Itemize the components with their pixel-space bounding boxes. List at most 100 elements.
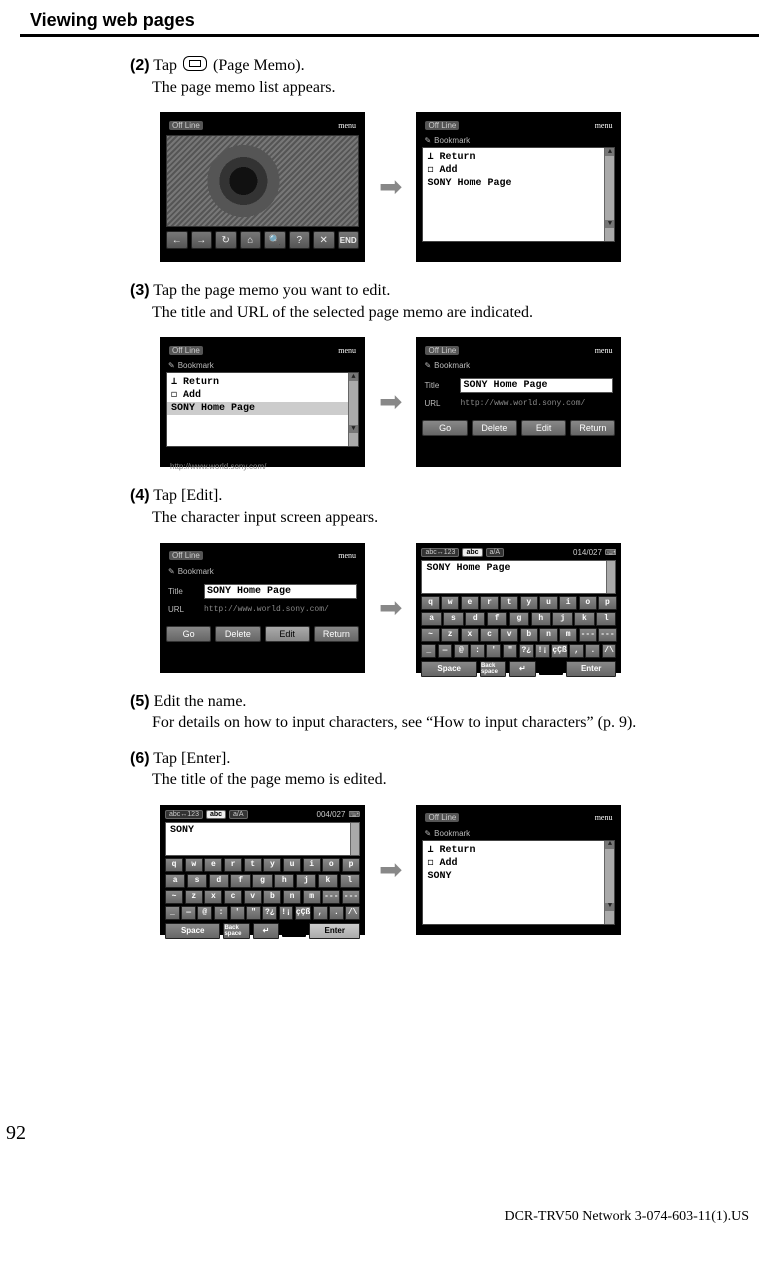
key[interactable]: l bbox=[596, 612, 616, 626]
return-button[interactable]: Return bbox=[570, 420, 615, 436]
key[interactable]: e bbox=[204, 858, 222, 872]
key[interactable]: l bbox=[340, 874, 360, 888]
search-icon[interactable]: 🔍 bbox=[264, 231, 286, 249]
key[interactable]: z bbox=[185, 890, 203, 904]
help-icon[interactable]: ? bbox=[289, 231, 311, 249]
key[interactable]: /\ bbox=[602, 644, 617, 658]
key[interactable]: m bbox=[559, 628, 577, 642]
key[interactable]: t bbox=[500, 596, 518, 610]
return-button[interactable]: Return bbox=[314, 626, 359, 642]
backspace-key[interactable]: Back space bbox=[480, 661, 506, 677]
key[interactable]: " bbox=[503, 644, 518, 658]
key[interactable]: : bbox=[214, 906, 229, 920]
keyboard-toggle-icon[interactable]: ⌨ bbox=[605, 548, 617, 557]
space-key[interactable]: Space bbox=[165, 923, 220, 939]
key[interactable]: a bbox=[165, 874, 185, 888]
backspace-key[interactable]: Back space bbox=[223, 923, 249, 939]
list-item[interactable]: ◻ Add bbox=[427, 164, 610, 177]
list-item[interactable]: SONY bbox=[427, 870, 610, 883]
key[interactable]: h bbox=[531, 612, 551, 626]
key[interactable]: y bbox=[520, 596, 538, 610]
key[interactable]: " bbox=[246, 906, 261, 920]
mode-case[interactable]: a/A bbox=[229, 810, 248, 819]
key[interactable]: --- bbox=[598, 628, 616, 642]
key[interactable]: --- bbox=[342, 890, 360, 904]
home-icon[interactable]: ⌂ bbox=[240, 231, 262, 249]
key[interactable]: , bbox=[313, 906, 328, 920]
key[interactable]: h bbox=[274, 874, 294, 888]
mode-abc[interactable]: abc bbox=[206, 810, 226, 819]
list-item[interactable]: ⟂ Return bbox=[171, 376, 354, 389]
key[interactable]: — bbox=[438, 644, 453, 658]
key[interactable]: o bbox=[322, 858, 340, 872]
key[interactable]: n bbox=[539, 628, 557, 642]
list-item-selected[interactable]: SONY Home Page bbox=[167, 402, 348, 415]
list-item[interactable]: ◻ Add bbox=[171, 389, 354, 402]
key[interactable]: a bbox=[421, 612, 441, 626]
key[interactable]: !¡ bbox=[535, 644, 550, 658]
key[interactable]: s bbox=[443, 612, 463, 626]
key[interactable]: @ bbox=[454, 644, 469, 658]
key[interactable]: f bbox=[230, 874, 250, 888]
keyboard-toggle-icon[interactable]: ⌨ bbox=[348, 810, 360, 819]
key[interactable]: w bbox=[185, 858, 203, 872]
key[interactable]: u bbox=[539, 596, 557, 610]
key[interactable]: s bbox=[187, 874, 207, 888]
key[interactable]: o bbox=[579, 596, 597, 610]
forward-icon[interactable]: → bbox=[191, 231, 213, 249]
key[interactable]: @ bbox=[197, 906, 212, 920]
list-item[interactable]: ◻ Add bbox=[427, 857, 610, 870]
key[interactable]: --- bbox=[579, 628, 597, 642]
key[interactable]: c bbox=[480, 628, 498, 642]
go-button[interactable]: Go bbox=[166, 626, 211, 642]
key[interactable]: çÇß bbox=[551, 644, 567, 658]
list-item[interactable]: ⟂ Return bbox=[427, 844, 610, 857]
reload-icon[interactable]: ↻ bbox=[215, 231, 237, 249]
newline-key[interactable]: ↵ bbox=[509, 661, 535, 677]
list-item[interactable]: SONY Home Page bbox=[427, 177, 610, 190]
key[interactable]: x bbox=[461, 628, 479, 642]
key[interactable]: e bbox=[461, 596, 479, 610]
key[interactable]: i bbox=[559, 596, 577, 610]
end-button[interactable]: END bbox=[338, 231, 360, 249]
enter-key[interactable]: Enter bbox=[309, 923, 360, 939]
text-input[interactable]: SONY Home Page bbox=[421, 560, 616, 594]
key[interactable]: d bbox=[465, 612, 485, 626]
key[interactable]: g bbox=[252, 874, 272, 888]
key[interactable]: v bbox=[500, 628, 518, 642]
key[interactable]: c bbox=[224, 890, 242, 904]
go-button[interactable]: Go bbox=[422, 420, 467, 436]
key[interactable]: g bbox=[509, 612, 529, 626]
delete-button[interactable]: Delete bbox=[215, 626, 260, 642]
newline-key[interactable]: ↵ bbox=[253, 923, 279, 939]
key[interactable]: q bbox=[165, 858, 183, 872]
space-key[interactable]: Space bbox=[421, 661, 476, 677]
key[interactable]: x bbox=[204, 890, 222, 904]
key[interactable]: , bbox=[569, 644, 584, 658]
key[interactable]: r bbox=[224, 858, 242, 872]
mode-case[interactable]: a/A bbox=[486, 548, 505, 557]
key[interactable]: v bbox=[244, 890, 262, 904]
mode-abc[interactable]: abc bbox=[462, 548, 482, 557]
key[interactable]: çÇß bbox=[295, 906, 311, 920]
key[interactable]: --- bbox=[322, 890, 340, 904]
key[interactable]: j bbox=[552, 612, 572, 626]
close-icon[interactable]: ✕ bbox=[313, 231, 335, 249]
back-icon[interactable]: ← bbox=[166, 231, 188, 249]
title-field[interactable]: SONY Home Page bbox=[460, 378, 613, 393]
enter-key[interactable]: Enter bbox=[566, 661, 617, 677]
key[interactable]: k bbox=[574, 612, 594, 626]
key[interactable]: q bbox=[421, 596, 439, 610]
key[interactable]: r bbox=[480, 596, 498, 610]
key[interactable]: b bbox=[520, 628, 538, 642]
key[interactable]: . bbox=[585, 644, 600, 658]
key[interactable]: d bbox=[209, 874, 229, 888]
key[interactable]: b bbox=[263, 890, 281, 904]
key[interactable]: ~ bbox=[165, 890, 183, 904]
key[interactable]: : bbox=[470, 644, 485, 658]
key[interactable]: /\ bbox=[345, 906, 360, 920]
mode-toggle[interactable]: abc↔123 bbox=[421, 548, 459, 557]
key[interactable]: m bbox=[303, 890, 321, 904]
key[interactable]: . bbox=[329, 906, 344, 920]
key[interactable]: ~ bbox=[421, 628, 439, 642]
